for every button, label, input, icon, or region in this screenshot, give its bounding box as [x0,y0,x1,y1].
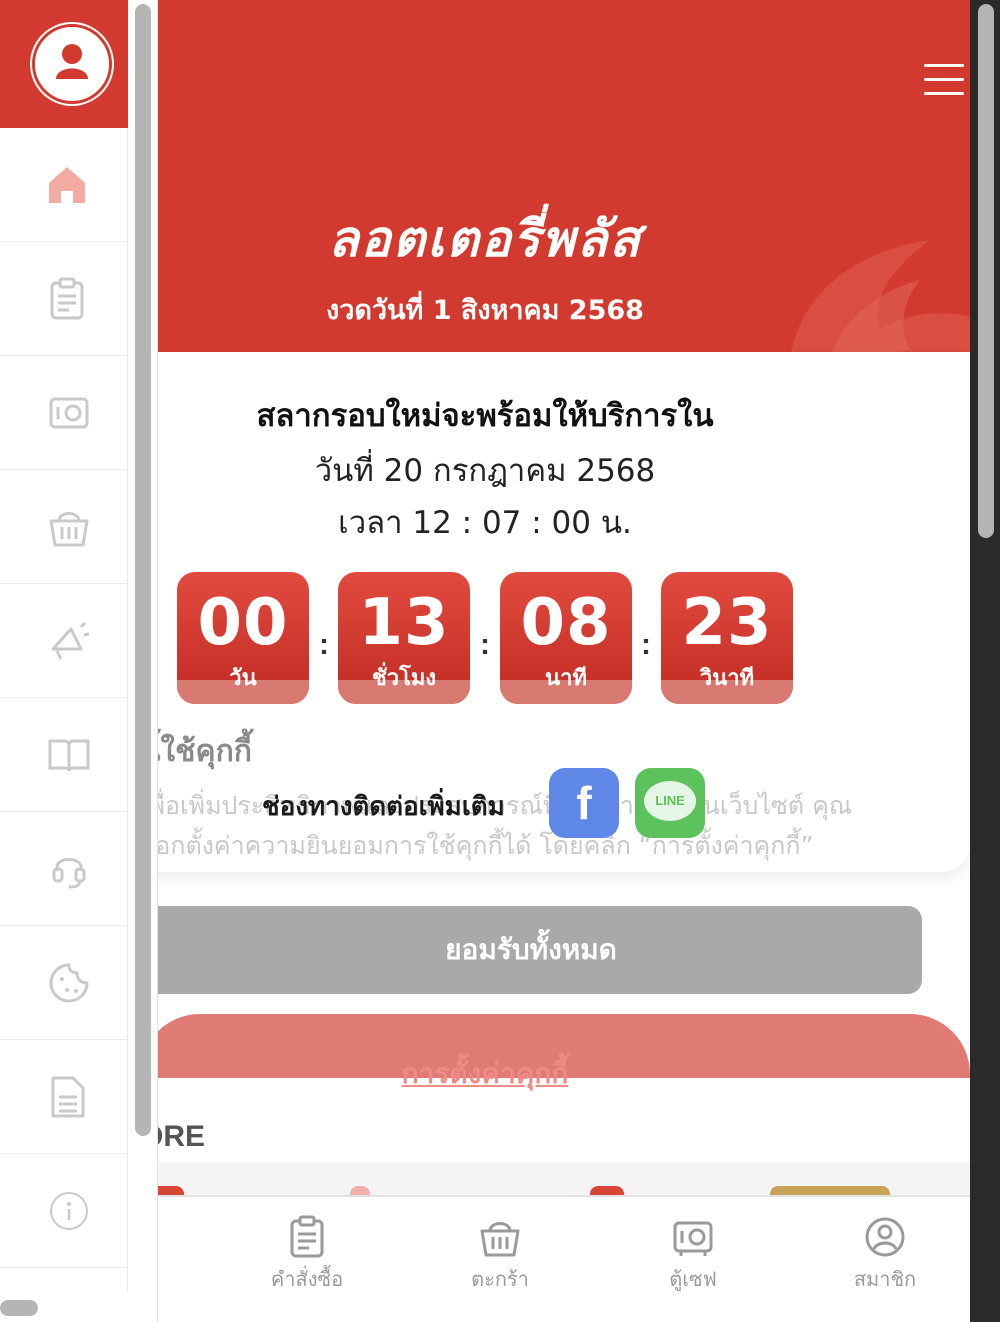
document-icon [51,1076,85,1118]
drawer-item-home[interactable] [0,128,128,242]
countdown-separator: : [641,628,651,661]
megaphone-icon [51,621,90,660]
basket-icon [49,512,89,547]
clipboard-icon [290,1215,324,1258]
countdown-minutes-value: 08 [520,586,612,660]
clipboard-icon [50,277,84,320]
safe-icon [673,1221,713,1256]
notice-time: เวลา 12 : 07 : 00 น. [338,505,632,541]
countdown-days-value: 00 [197,586,289,660]
nav-safe[interactable]: ตู้เซฟ [618,1215,768,1295]
wing-decoration-icon [791,240,970,352]
brand-logo: ลอตเตอรี่พลัส [328,210,642,268]
countdown-seconds-value: 23 [681,586,773,660]
user-icon [865,1217,905,1257]
countdown-separator: : [319,628,329,661]
nav-member[interactable]: สมาชิก [810,1215,960,1295]
drawer-item-cookies[interactable] [0,926,128,1040]
facebook-button[interactable]: f [549,768,619,838]
drawer-item-cart[interactable] [0,470,128,584]
drawer-item-terms[interactable] [0,1040,128,1154]
countdown-minutes-label: นาที [545,666,587,691]
drawer-scrollbar-thumb[interactable] [135,4,151,1136]
draw-date: งวดวันที่ 1 สิงหาคม 2568 [326,295,644,326]
countdown-days: 00 วัน [177,572,309,704]
book-icon [48,739,90,772]
home-icon [49,167,85,203]
notice-date: วันที่ 20 กรกฎาคม 2568 [314,453,656,489]
drawer-header [0,0,128,128]
nav-orders[interactable]: คำสั่งซื้อ [232,1215,382,1295]
countdown-minutes: 08 นาที [500,572,632,704]
line-icon-text: LINE [655,793,685,808]
basket-icon [480,1222,520,1257]
accept-all-cookies-button[interactable]: ยอมรับทั้งหมด [140,906,922,994]
cookie-settings-link[interactable]: การตั้งค่าคุกกี้ [140,1052,830,1096]
headset-icon [52,858,86,889]
drawer-horizontal-scrollbar[interactable] [0,1300,38,1316]
countdown-seconds: 23 วินาที [661,572,793,704]
countdown-hours-value: 13 [358,586,450,660]
nav-cart[interactable]: ตะกร้า [425,1215,575,1295]
contact-label: ช่องทางติดต่อเพิ่มเติม [262,792,505,822]
nav-member-label: สมาชิก [853,1267,917,1291]
safe-icon [49,397,89,429]
drawer-item-news[interactable] [0,584,128,698]
drawer-item-support[interactable] [0,812,128,926]
countdown-seconds-label: วินาที [699,666,755,691]
nav-orders-label: คำสั่งซื้อ [270,1267,344,1291]
cookie-description-line: ลือกตั้งค่าความยินยอมการใช้คุกกี้ได้ โดย… [140,831,814,860]
drawer-item-about[interactable] [0,1154,128,1268]
countdown-days-label: วัน [229,666,257,691]
drawer-item-orders[interactable] [0,242,128,356]
line-button[interactable]: LINE [635,768,705,838]
nav-safe-label: ตู้เซฟ [669,1267,717,1291]
nav-cart-label: ตะกร้า [471,1267,529,1291]
drawer-item-safe[interactable] [0,356,128,470]
countdown-hours-label: ชั่วโมง [371,666,437,691]
page-scrollbar-thumb[interactable] [978,4,994,538]
hamburger-menu-icon[interactable] [920,60,966,100]
countdown-hours: 13 ชั่วโมง [338,572,470,704]
side-drawer [0,0,128,1292]
notice-title: สลากรอบใหม่จะพร้อมให้บริการใน [256,398,714,434]
info-icon [50,1192,88,1230]
drawer-item-guide[interactable] [0,698,128,812]
promo-strip [140,1162,970,1196]
countdown-separator: : [480,628,490,661]
user-icon [56,44,88,79]
avatar[interactable] [32,24,112,104]
cookie-icon [49,963,89,1003]
cookie-description-line: ี้เพื่อเพิ่มประสิทธิภาพและประสบการณ์ที่ด… [140,791,852,820]
facebook-icon: f [576,777,592,829]
